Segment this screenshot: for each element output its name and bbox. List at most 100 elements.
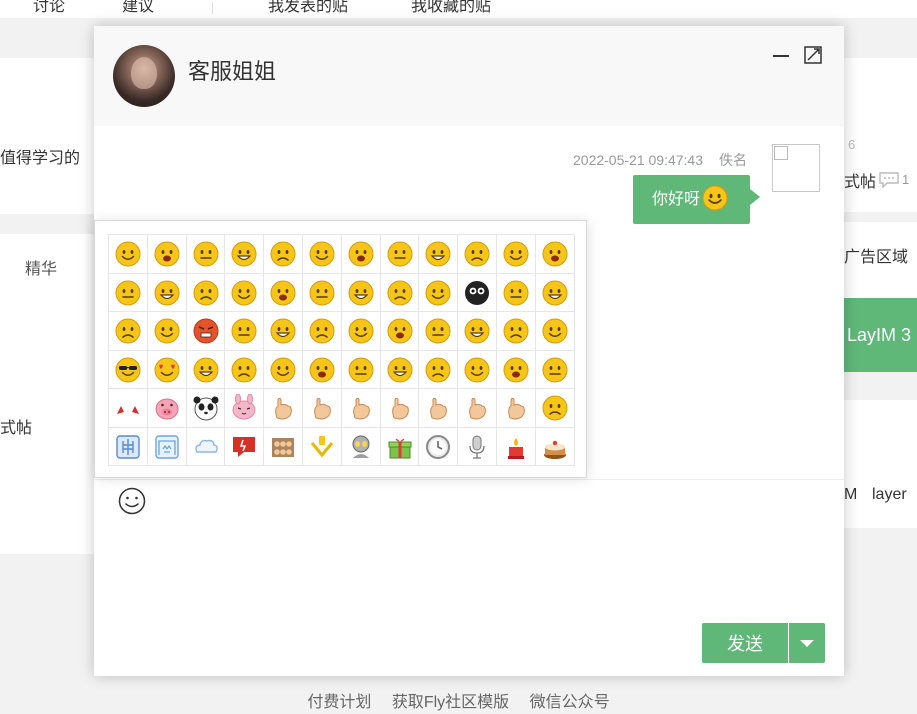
emoji-4-11-icon[interactable] bbox=[535, 389, 575, 428]
emoji-5-2-icon[interactable] bbox=[186, 427, 226, 466]
emoji-3-0-icon[interactable] bbox=[109, 350, 148, 389]
message-meta: 2022-05-21 09:47:43 佚名 bbox=[573, 150, 747, 170]
emoji-2-5-icon[interactable] bbox=[303, 312, 342, 351]
emoji-2-2-icon[interactable] bbox=[186, 312, 226, 351]
emoji-1-1-icon[interactable] bbox=[147, 273, 187, 312]
emoji-0-8-icon[interactable] bbox=[419, 235, 459, 274]
emoji-5-7-icon[interactable] bbox=[380, 427, 420, 466]
emoji-5-1-icon[interactable] bbox=[147, 427, 187, 466]
emoji-1-4-icon[interactable] bbox=[264, 273, 303, 312]
background-tab-essence[interactable]: 精华 bbox=[25, 255, 57, 279]
nav-suggest[interactable]: 建议 bbox=[122, 0, 154, 16]
emoji-3-2-icon[interactable] bbox=[186, 350, 226, 389]
emoji-3-5-icon[interactable] bbox=[303, 350, 342, 389]
emoji-2-0-icon[interactable] bbox=[109, 312, 148, 351]
send-button[interactable]: 发送 bbox=[702, 623, 788, 663]
emoji-grid bbox=[108, 234, 575, 466]
minimize-icon[interactable] bbox=[771, 47, 791, 67]
emoji-3-8-icon[interactable] bbox=[419, 350, 459, 389]
emoji-1-6-icon[interactable] bbox=[341, 273, 381, 312]
nav-discuss[interactable]: 讨论 bbox=[33, 0, 65, 16]
emoji-5-6-icon[interactable] bbox=[341, 427, 381, 466]
emoji-2-10-icon[interactable] bbox=[497, 312, 536, 351]
footer-link-wechat[interactable]: 微信公众号 bbox=[530, 694, 610, 711]
nav-my-favorites[interactable]: 我收藏的贴 bbox=[411, 0, 491, 16]
emoji-2-9-icon[interactable] bbox=[458, 312, 497, 351]
emoji-1-5-icon[interactable] bbox=[303, 273, 342, 312]
emoji-3-4-icon[interactable] bbox=[264, 350, 303, 389]
emoji-4-2-icon[interactable] bbox=[186, 389, 226, 428]
emoji-3-9-icon[interactable] bbox=[458, 350, 497, 389]
nav-my-posts[interactable]: 我发表的贴 bbox=[268, 0, 348, 16]
emoji-3-1-icon[interactable] bbox=[147, 350, 187, 389]
background-panel bbox=[0, 234, 94, 554]
emoji-3-3-icon[interactable] bbox=[225, 350, 265, 389]
emoji-5-4-icon[interactable] bbox=[264, 427, 303, 466]
emoji-0-7-icon[interactable] bbox=[380, 235, 420, 274]
emoji-5-3-icon[interactable] bbox=[225, 427, 265, 466]
background-post-title: 值得学习的 bbox=[0, 150, 81, 167]
emoji-1-10-icon[interactable] bbox=[497, 273, 536, 312]
comment-icon bbox=[879, 172, 899, 188]
chat-header[interactable]: 客服姐姐 bbox=[94, 26, 844, 126]
emoji-0-4-icon[interactable] bbox=[264, 235, 303, 274]
emoji-4-10-icon[interactable] bbox=[497, 389, 536, 428]
emoji-0-11-icon[interactable] bbox=[535, 235, 575, 274]
emoji-0-3-icon[interactable] bbox=[225, 235, 265, 274]
emoji-0-10-icon[interactable] bbox=[497, 235, 536, 274]
background-layim-banner[interactable]: LayIM 3 bbox=[838, 298, 917, 372]
emoji-1-0-icon[interactable] bbox=[109, 273, 148, 312]
message-time: 2022-05-21 09:47:43 bbox=[573, 152, 703, 168]
emoji-2-4-icon[interactable] bbox=[264, 312, 303, 351]
emoji-0-1-icon[interactable] bbox=[147, 235, 187, 274]
emoji-1-2-icon[interactable] bbox=[186, 273, 226, 312]
emoji-4-9-icon[interactable] bbox=[458, 389, 497, 428]
emoji-2-11-icon[interactable] bbox=[535, 312, 575, 351]
footer-links: 付费计划 获取Fly社区模版 微信公众号 bbox=[0, 688, 917, 712]
background-panel bbox=[844, 400, 917, 528]
footer-link-template[interactable]: 获取Fly社区模版 bbox=[392, 694, 509, 711]
emoji-4-5-icon[interactable] bbox=[303, 389, 342, 428]
message-author: 佚名 bbox=[719, 152, 747, 168]
emoji-2-7-icon[interactable] bbox=[380, 312, 420, 351]
emoji-4-1-icon[interactable] bbox=[147, 389, 187, 428]
emoji-0-9-icon[interactable] bbox=[458, 235, 497, 274]
emoji-1-7-icon[interactable] bbox=[380, 273, 420, 312]
emoji-5-0-icon[interactable] bbox=[109, 427, 148, 466]
emoji-0-2-icon[interactable] bbox=[186, 235, 226, 274]
emoji-0-5-icon[interactable] bbox=[303, 235, 342, 274]
emoji-5-9-icon[interactable] bbox=[458, 427, 497, 466]
emoji-1-9-icon[interactable] bbox=[458, 273, 497, 312]
emoji-3-6-icon[interactable] bbox=[341, 350, 381, 389]
background-link[interactable]: layer bbox=[872, 486, 907, 504]
emoji-2-8-icon[interactable] bbox=[419, 312, 459, 351]
footer-link-pricing[interactable]: 付费计划 bbox=[307, 694, 371, 711]
emoji-2-3-icon[interactable] bbox=[225, 312, 265, 351]
emoji-3-11-icon[interactable] bbox=[535, 350, 575, 389]
emoji-0-0-icon[interactable] bbox=[109, 235, 148, 274]
emoji-5-10-icon[interactable] bbox=[497, 427, 536, 466]
emoji-4-0-icon[interactable] bbox=[109, 389, 148, 428]
emoji-1-3-icon[interactable] bbox=[225, 273, 265, 312]
emoji-5-8-icon[interactable] bbox=[419, 427, 459, 466]
chat-title: 客服姐姐 bbox=[188, 59, 277, 84]
emoji-4-8-icon[interactable] bbox=[419, 389, 459, 428]
emoji-3-7-icon[interactable] bbox=[380, 350, 420, 389]
nav-separator bbox=[212, 2, 213, 14]
emoji-3-10-icon[interactable] bbox=[497, 350, 536, 389]
emoji-5-5-icon[interactable] bbox=[303, 427, 342, 466]
emoji-4-3-icon[interactable] bbox=[225, 389, 265, 428]
emoji-2-6-icon[interactable] bbox=[341, 312, 381, 351]
emoji-5-11-icon[interactable] bbox=[535, 427, 575, 466]
maximize-icon[interactable] bbox=[803, 45, 823, 65]
send-options-dropdown[interactable] bbox=[789, 623, 825, 663]
emoji-2-1-icon[interactable] bbox=[147, 312, 187, 351]
emoji-4-4-icon[interactable] bbox=[264, 389, 303, 428]
emoji-1-11-icon[interactable] bbox=[535, 273, 575, 312]
emoji-toggle-icon[interactable] bbox=[117, 486, 147, 516]
emoji-4-6-icon[interactable] bbox=[341, 389, 381, 428]
emoji-4-7-icon[interactable] bbox=[380, 389, 420, 428]
emoji-0-6-icon[interactable] bbox=[341, 235, 381, 274]
emoji-1-8-icon[interactable] bbox=[419, 273, 459, 312]
background-link[interactable]: M bbox=[844, 486, 857, 504]
